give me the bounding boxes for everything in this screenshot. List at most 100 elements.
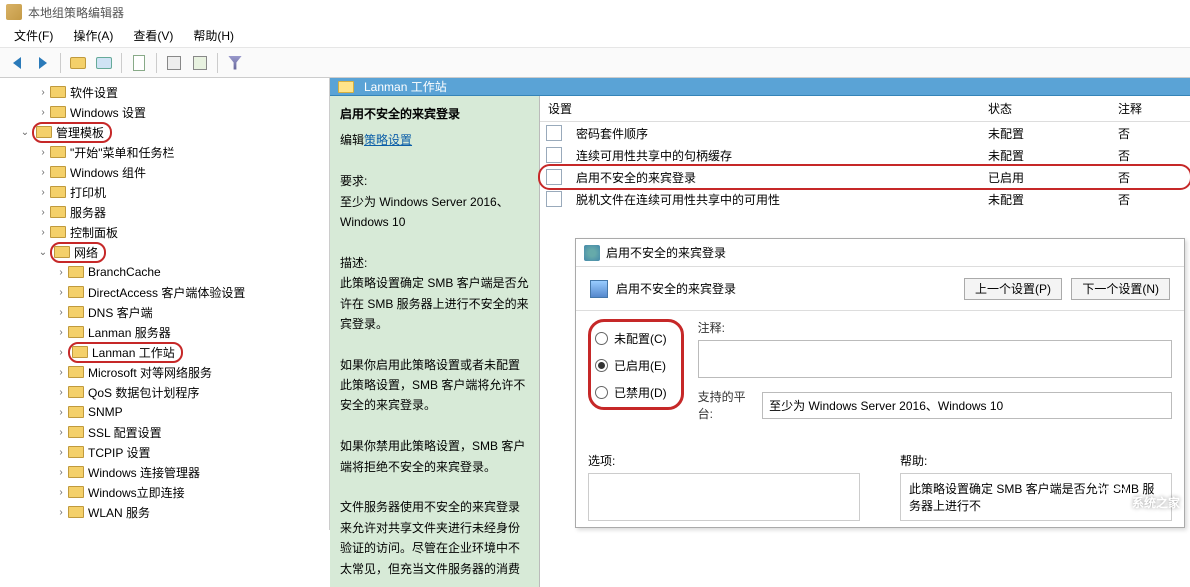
next-setting-button[interactable]: 下一个设置(N) bbox=[1071, 278, 1170, 300]
platform-label: 支持的平台: bbox=[698, 388, 752, 422]
chevron-down-icon: ⌄ bbox=[18, 127, 32, 138]
content-header: Lanman 工作站 bbox=[330, 78, 1190, 96]
radio-icon bbox=[595, 359, 608, 372]
list-row[interactable]: 连续可用性共享中的句柄缓存未配置否 bbox=[540, 144, 1190, 166]
desc-p1: 此策略设置确定 SMB 客户端是否允许在 SMB 服务器上进行不安全的来宾登录。 bbox=[340, 273, 529, 334]
menu-action[interactable]: 操作(A) bbox=[63, 24, 123, 47]
chevron-right-icon: › bbox=[54, 367, 68, 378]
chevron-right-icon: › bbox=[54, 287, 68, 298]
tree-label: Microsoft 对等网络服务 bbox=[88, 364, 212, 381]
chevron-right-icon: › bbox=[36, 187, 50, 198]
window-title: 本地组策略编辑器 bbox=[28, 4, 124, 21]
tree-item[interactable]: › 控制面板 bbox=[0, 222, 329, 242]
tree-item[interactable]: ›TCPIP 设置 bbox=[0, 442, 329, 462]
folder-button[interactable] bbox=[67, 52, 89, 74]
setting-icon bbox=[546, 169, 562, 185]
list-row[interactable]: 脱机文件在连续可用性共享中的可用性未配置否 bbox=[540, 188, 1190, 210]
tree-item[interactable]: ›服务器 bbox=[0, 202, 329, 222]
tree-item[interactable]: ›打印机 bbox=[0, 182, 329, 202]
tree-item[interactable]: ›Lanman 服务器 bbox=[0, 322, 329, 342]
dialog-lower: 选项: 帮助: 此策略设置确定 SMB 客户端是否允许 SMB 服务器上进行不 bbox=[588, 452, 1172, 521]
titlebar: 本地组策略编辑器 bbox=[0, 0, 1190, 24]
tree-label: WLAN 服务 bbox=[88, 504, 150, 521]
content-header-title: Lanman 工作站 bbox=[364, 78, 447, 95]
edit-policy-link[interactable]: 策略设置 bbox=[364, 133, 412, 147]
filter-button[interactable] bbox=[224, 52, 246, 74]
tree-item[interactable]: ›WLAN 服务 bbox=[0, 502, 329, 522]
dialog-subtitle: 启用不安全的来宾登录 bbox=[616, 280, 736, 297]
radio-not-configured[interactable]: 未配置(C) bbox=[595, 330, 667, 347]
tree-item[interactable]: ›Windows 组件 bbox=[0, 162, 329, 182]
arrow-left-icon bbox=[13, 57, 21, 69]
toolbar bbox=[0, 48, 1190, 78]
chevron-right-icon: › bbox=[36, 227, 50, 238]
desc-title: 启用不安全的来宾登录 bbox=[340, 104, 529, 124]
tree-label: TCPIP 设置 bbox=[88, 444, 150, 461]
tree-label: 网络 bbox=[74, 244, 98, 261]
menu-help[interactable]: 帮助(H) bbox=[183, 24, 244, 47]
desc-p3: 如果你禁用此策略设置，SMB 客户端将拒绝不安全的来宾登录。 bbox=[340, 436, 529, 477]
folder-icon bbox=[54, 246, 70, 258]
highlight-enabled-oval: 未配置(C) 已启用(E) 已禁用(D) bbox=[588, 319, 684, 410]
tree-item[interactable]: ›Windows 连接管理器 bbox=[0, 462, 329, 482]
setting-icon bbox=[546, 147, 562, 163]
tree-item[interactable]: ›DirectAccess 客户端体验设置 bbox=[0, 282, 329, 302]
doc-icon bbox=[133, 55, 145, 71]
tree-label: Lanman 服务器 bbox=[88, 324, 171, 341]
tree-item[interactable]: › Microsoft 对等网络服务 bbox=[0, 362, 329, 382]
col-note[interactable]: 注释 bbox=[1110, 96, 1190, 121]
tree-item[interactable]: ›Lanman 工作站 bbox=[0, 342, 329, 362]
chevron-right-icon: › bbox=[36, 107, 50, 118]
list-row[interactable]: 密码套件顺序未配置否 bbox=[540, 122, 1190, 144]
tree-item[interactable]: ›软件设置 bbox=[0, 82, 329, 102]
menu-view[interactable]: 查看(V) bbox=[123, 24, 183, 47]
folder-icon bbox=[72, 346, 88, 358]
properties-button[interactable] bbox=[163, 52, 185, 74]
forward-button[interactable] bbox=[32, 52, 54, 74]
radio-enabled[interactable]: 已启用(E) bbox=[595, 357, 667, 374]
note-textarea[interactable] bbox=[698, 340, 1172, 378]
help-label: 帮助: bbox=[900, 452, 1172, 469]
tree[interactable]: ›软件设置›Windows 设置⌄管理模板›"开始"菜单和任务栏›Windows… bbox=[0, 82, 329, 522]
dialog-subheader: 启用不安全的来宾登录 上一个设置(P) 下一个设置(N) bbox=[576, 267, 1184, 311]
back-button[interactable] bbox=[6, 52, 28, 74]
properties-icon bbox=[167, 56, 181, 70]
folder-icon bbox=[36, 126, 52, 138]
req-label: 要求: bbox=[340, 171, 529, 191]
chevron-right-icon: › bbox=[36, 167, 50, 178]
tree-button[interactable] bbox=[93, 52, 115, 74]
folder-icon bbox=[50, 146, 66, 158]
refresh-button[interactable] bbox=[189, 52, 211, 74]
tree-item[interactable]: ›Windows 设置 bbox=[0, 102, 329, 122]
tree-item[interactable]: ›SNMP bbox=[0, 402, 329, 422]
chevron-right-icon: › bbox=[54, 347, 68, 358]
dialog-title: 启用不安全的来宾登录 bbox=[606, 244, 726, 261]
tree-item[interactable]: ›BranchCache bbox=[0, 262, 329, 282]
menubar: 文件(F) 操作(A) 查看(V) 帮助(H) bbox=[0, 24, 1190, 48]
policy-dialog: 启用不安全的来宾登录 启用不安全的来宾登录 上一个设置(P) 下一个设置(N) … bbox=[575, 238, 1185, 528]
tree-item[interactable]: ⌄网络 bbox=[0, 242, 329, 262]
cell-note: 否 bbox=[1110, 187, 1190, 212]
tree-item[interactable]: ›SSL 配置设置 bbox=[0, 422, 329, 442]
tree-label: 控制面板 bbox=[70, 224, 118, 241]
tree-item[interactable]: ›DNS 客户端 bbox=[0, 302, 329, 322]
tree-item[interactable]: ›Windows立即连接 bbox=[0, 482, 329, 502]
tree-label: DNS 客户端 bbox=[88, 304, 153, 321]
desc-p4: 文件服务器使用不安全的来宾登录来允许对共享文件夹进行未经身份验证的访问。尽管在企… bbox=[340, 497, 529, 579]
export-button[interactable] bbox=[128, 52, 150, 74]
folder-icon bbox=[68, 326, 84, 338]
tree-label: "开始"菜单和任务栏 bbox=[70, 144, 175, 161]
list-row[interactable]: 启用不安全的来宾登录已启用否 bbox=[540, 166, 1190, 188]
folder-icon bbox=[68, 446, 84, 458]
tree-item[interactable]: ⌄管理模板 bbox=[0, 122, 329, 142]
menu-file[interactable]: 文件(F) bbox=[4, 24, 63, 47]
separator bbox=[156, 53, 157, 73]
folder-icon bbox=[68, 366, 84, 378]
prev-setting-button[interactable]: 上一个设置(P) bbox=[964, 278, 1062, 300]
chevron-right-icon: › bbox=[54, 267, 68, 278]
tree-item[interactable]: ›QoS 数据包计划程序 bbox=[0, 382, 329, 402]
tree-item[interactable]: ›"开始"菜单和任务栏 bbox=[0, 142, 329, 162]
col-state[interactable]: 状态 bbox=[980, 96, 1110, 121]
radio-disabled[interactable]: 已禁用(D) bbox=[595, 384, 667, 401]
col-setting[interactable]: 设置 bbox=[540, 96, 980, 121]
